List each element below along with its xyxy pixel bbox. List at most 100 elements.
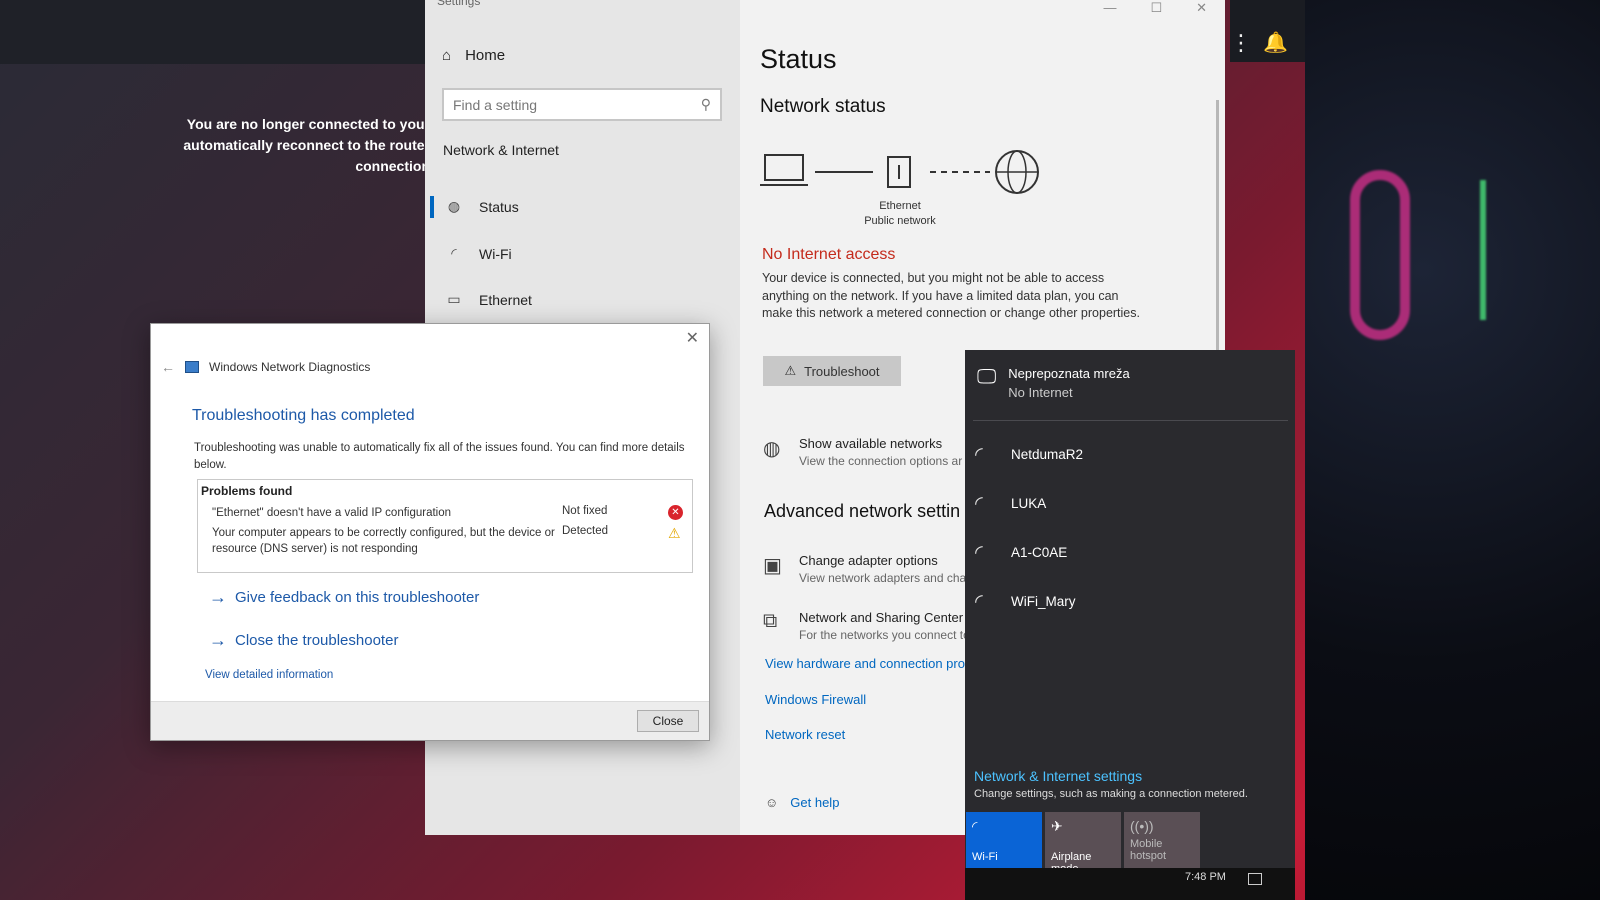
problem-item[interactable]: Your computer appears to be correctly co…: [212, 525, 557, 557]
wifi-icon: ◜: [451, 245, 457, 261]
sharing-center-icon: ⧉: [763, 610, 778, 632]
window-title: Settings: [437, 0, 481, 8]
app-header-strip: ⋮ 🔔: [1230, 0, 1305, 62]
get-help-link[interactable]: ☺ Get help: [765, 795, 839, 810]
problem-status: Detected: [562, 525, 609, 537]
wifi-toggle-tile[interactable]: ◜ Wi-Fi: [966, 812, 1042, 868]
network-reset-link[interactable]: Network reset: [765, 727, 845, 742]
arrow-right-icon: →: [209, 630, 227, 650]
sidebar-item-wifi[interactable]: ◜ Wi-Fi: [445, 245, 512, 262]
arrow-right-icon: →: [209, 587, 227, 607]
network-flyout: 🖵 Neprepoznata mreža No Internet ◜ Netdu…: [965, 350, 1295, 875]
monitor-icon: ▣: [763, 555, 782, 577]
get-help-label: Get help: [790, 795, 840, 810]
home-icon: ⌂: [442, 47, 452, 64]
error-icon: ✕: [668, 505, 683, 520]
diagram-label: Ethernet: [879, 200, 921, 212]
connected-network-status: No Internet: [1008, 385, 1073, 400]
settings-scrollbar[interactable]: [1216, 100, 1219, 360]
disconnect-message: You are no longer connected to your auto…: [183, 116, 430, 174]
wifi-network-item[interactable]: ◜ WiFi_Mary: [975, 589, 1076, 614]
windows-firewall-link[interactable]: Windows Firewall: [765, 692, 866, 707]
connected-network[interactable]: 🖵 Neprepoznata mreža No Internet: [977, 366, 1130, 400]
ethernet-monitor-icon: 🖵: [977, 366, 997, 388]
close-troubleshooter-label: Close the troubleshooter: [235, 632, 399, 649]
sharing-center-link[interactable]: ⧉ Network and Sharing Center For the net…: [763, 610, 970, 642]
wifi-network-item[interactable]: ◜ NetdumaR2: [975, 442, 1083, 467]
network-status-heading: Network status: [760, 96, 886, 117]
page-title: Status: [760, 44, 837, 74]
tile-label: Mobile hotspot: [1130, 838, 1167, 862]
rgb-light-strip: [1480, 180, 1486, 320]
hotspot-icon: ((•)): [1130, 818, 1154, 834]
wifi-network-name: WiFi_Mary: [1011, 594, 1076, 609]
router-icon: [887, 156, 911, 188]
show-networks-sub: View the connection options ar: [799, 454, 963, 468]
dialog-heading: Troubleshooting has completed: [192, 407, 415, 424]
sharing-sub: For the networks you connect to: [799, 628, 970, 642]
close-icon[interactable]: ✕: [686, 328, 699, 348]
sidebar-item-label: Wi-Fi: [479, 245, 512, 262]
taskbar: 7:48 PM: [965, 868, 1295, 900]
no-internet-label: No Internet access: [762, 246, 896, 263]
sidebar-item-label: Ethernet: [479, 291, 532, 308]
secured-wifi-icon: ◜: [975, 444, 983, 466]
hardware-properties-link[interactable]: View hardware and connection pro: [765, 656, 965, 671]
ethernet-icon: ▭: [447, 291, 461, 307]
problem-status: Not fixed: [562, 505, 608, 517]
search-placeholder: Find a setting: [453, 96, 538, 113]
troubleshoot-label: Troubleshoot: [804, 363, 880, 379]
sidebar-item-status[interactable]: ◍ Status: [445, 198, 519, 215]
dialog-titlebar: ← Windows Network Diagnostics: [161, 359, 370, 375]
close-troubleshooter-link[interactable]: → Close the troubleshooter: [209, 630, 398, 651]
nav-active-indicator: [430, 196, 434, 218]
adapter-options-link[interactable]: ▣ Change adapter options View network ad…: [763, 553, 966, 585]
settings-search-input[interactable]: Find a setting ⚲: [442, 88, 722, 121]
back-arrow-icon[interactable]: ←: [161, 359, 175, 375]
mobile-hotspot-tile[interactable]: ((•)) Mobile hotspot: [1124, 812, 1200, 868]
wifi-network-name: LUKA: [1011, 496, 1047, 511]
give-feedback-link[interactable]: → Give feedback on this troubleshooter: [209, 587, 479, 608]
airplane-mode-tile[interactable]: ✈ Airplane mode: [1045, 812, 1121, 875]
show-networks-link[interactable]: ◍ Show available networks View the conne…: [763, 436, 962, 468]
connected-network-name: Neprepoznata mreža: [1008, 366, 1130, 381]
wifi-network-name: NetdumaR2: [1011, 447, 1084, 462]
adapter-title: Change adapter options: [799, 553, 938, 568]
wifi-network-item[interactable]: ◜ A1-C0AE: [975, 540, 1067, 565]
sidebar-item-ethernet[interactable]: ▭ Ethernet: [445, 291, 532, 308]
network-diagram: Ethernet Public network: [760, 150, 1039, 227]
status-description: Your device is connected, but you might …: [762, 271, 1140, 320]
secured-wifi-icon: ◜: [975, 542, 983, 564]
pc-case-background: [1305, 0, 1600, 900]
laptop-icon: [760, 154, 808, 186]
globe-icon: ◍: [763, 438, 781, 460]
search-icon: ⚲: [700, 96, 711, 112]
wifi-network-item[interactable]: ◜ LUKA: [975, 491, 1046, 516]
rgb-fan-light: [1350, 170, 1410, 340]
internet-globe-icon: [995, 150, 1039, 194]
view-details-link[interactable]: View detailed information: [205, 669, 333, 681]
sharing-title: Network and Sharing Center: [799, 610, 964, 625]
taskbar-clock[interactable]: 7:48 PM: [1185, 871, 1226, 883]
airplane-icon: ✈: [1051, 818, 1063, 834]
advanced-settings-heading: Advanced network settin: [764, 501, 961, 521]
dialog-description: Troubleshooting was unable to automatica…: [194, 442, 685, 471]
tile-label: Wi-Fi: [972, 851, 998, 863]
close-button[interactable]: Close: [637, 710, 699, 732]
troubleshoot-button[interactable]: ⚠ Troubleshoot: [763, 356, 901, 386]
diagram-sublabel: Public network: [864, 215, 936, 227]
show-networks-title: Show available networks: [799, 436, 943, 451]
problems-box: Problems found "Ethernet" doesn't have a…: [197, 479, 693, 573]
dialog-footer: Close: [151, 701, 709, 740]
secured-wifi-icon: ◜: [975, 591, 983, 613]
notification-bell-icon[interactable]: 🔔: [1263, 30, 1288, 55]
problem-item[interactable]: "Ethernet" doesn't have a valid IP confi…: [212, 505, 557, 521]
home-nav[interactable]: ⌂ Home: [442, 47, 505, 64]
home-label: Home: [465, 47, 506, 64]
network-settings-link[interactable]: Network & Internet settings: [974, 768, 1142, 784]
action-center-icon[interactable]: [1248, 873, 1262, 885]
wifi-icon: ◜: [972, 818, 978, 834]
adapter-sub: View network adapters and cha: [799, 571, 967, 585]
diagnostics-app-icon: [185, 361, 199, 373]
more-options-icon[interactable]: ⋮: [1230, 30, 1252, 56]
